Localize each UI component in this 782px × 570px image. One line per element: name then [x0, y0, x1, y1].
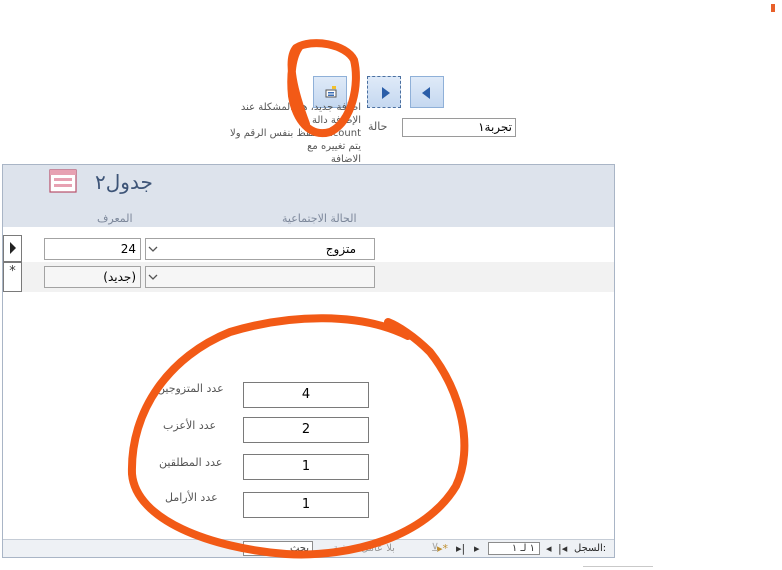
- column-header-id: المعرف: [97, 212, 133, 225]
- next-record-button[interactable]: [367, 76, 401, 108]
- count-married-label: عدد المتزوجين: [157, 382, 224, 395]
- filter-status[interactable]: بلا عامل تصفية: [333, 543, 395, 554]
- first-record-icon[interactable]: |◂: [558, 542, 567, 555]
- id-field[interactable]: 24: [44, 238, 141, 260]
- count-divorced-field[interactable]: 1: [243, 454, 369, 480]
- note-line-1: اضافة جديد، هنا المشكلة عند الإضافة دالة: [240, 102, 361, 126]
- divider: [583, 566, 653, 567]
- count-single-field[interactable]: 2: [243, 417, 369, 443]
- previous-record-icon[interactable]: ◂: [546, 542, 552, 555]
- next-record-icon: [382, 87, 390, 99]
- last-record-icon[interactable]: ▸|: [456, 542, 465, 555]
- row-selector-new[interactable]: *: [3, 262, 22, 292]
- count-widowed-label: عدد الأرامل: [165, 491, 218, 504]
- status-value: متزوج: [325, 242, 356, 256]
- count-widowed-field[interactable]: 1: [243, 492, 369, 518]
- count-married-field[interactable]: 4: [243, 382, 369, 408]
- previous-record-icon: [422, 87, 430, 99]
- count-divorced-label: عدد المطلقين: [159, 456, 223, 469]
- status-label: حالة: [368, 120, 388, 133]
- id-field-new[interactable]: (جديد): [44, 266, 141, 288]
- corner-marker: [771, 4, 775, 12]
- current-record-field[interactable]: ١ لـ ١: [488, 542, 540, 555]
- column-header-status: الحالة الاجتماعية: [282, 212, 357, 225]
- dropdown-arrow-icon: [148, 274, 158, 280]
- next-record-icon[interactable]: ▸: [474, 542, 480, 555]
- search-input[interactable]: بحث: [243, 541, 313, 556]
- filter-icon: ⊻: [431, 541, 440, 554]
- current-record-icon: [10, 242, 16, 254]
- previous-record-button[interactable]: [410, 76, 444, 108]
- status-field[interactable]: تجربة١: [402, 118, 516, 137]
- dropdown-arrow-icon: [148, 246, 158, 252]
- count-single-label: عدد الأعزب: [163, 419, 217, 432]
- new-record-icon: [325, 86, 337, 98]
- form-icon: [49, 169, 77, 193]
- problem-note: اضافة جديد، هنا المشكلة عند الإضافة دالة…: [215, 101, 361, 166]
- status-combo[interactable]: متزوج: [145, 238, 375, 260]
- status-combo-new[interactable]: [145, 266, 375, 288]
- row-selector-current[interactable]: [3, 235, 22, 262]
- subform-title: جدول٢: [95, 170, 153, 194]
- note-line-2: dcount تحتفظ بنفس الرقم ولا يتم تغييره م…: [229, 128, 361, 152]
- record-label: السجل:: [574, 543, 607, 554]
